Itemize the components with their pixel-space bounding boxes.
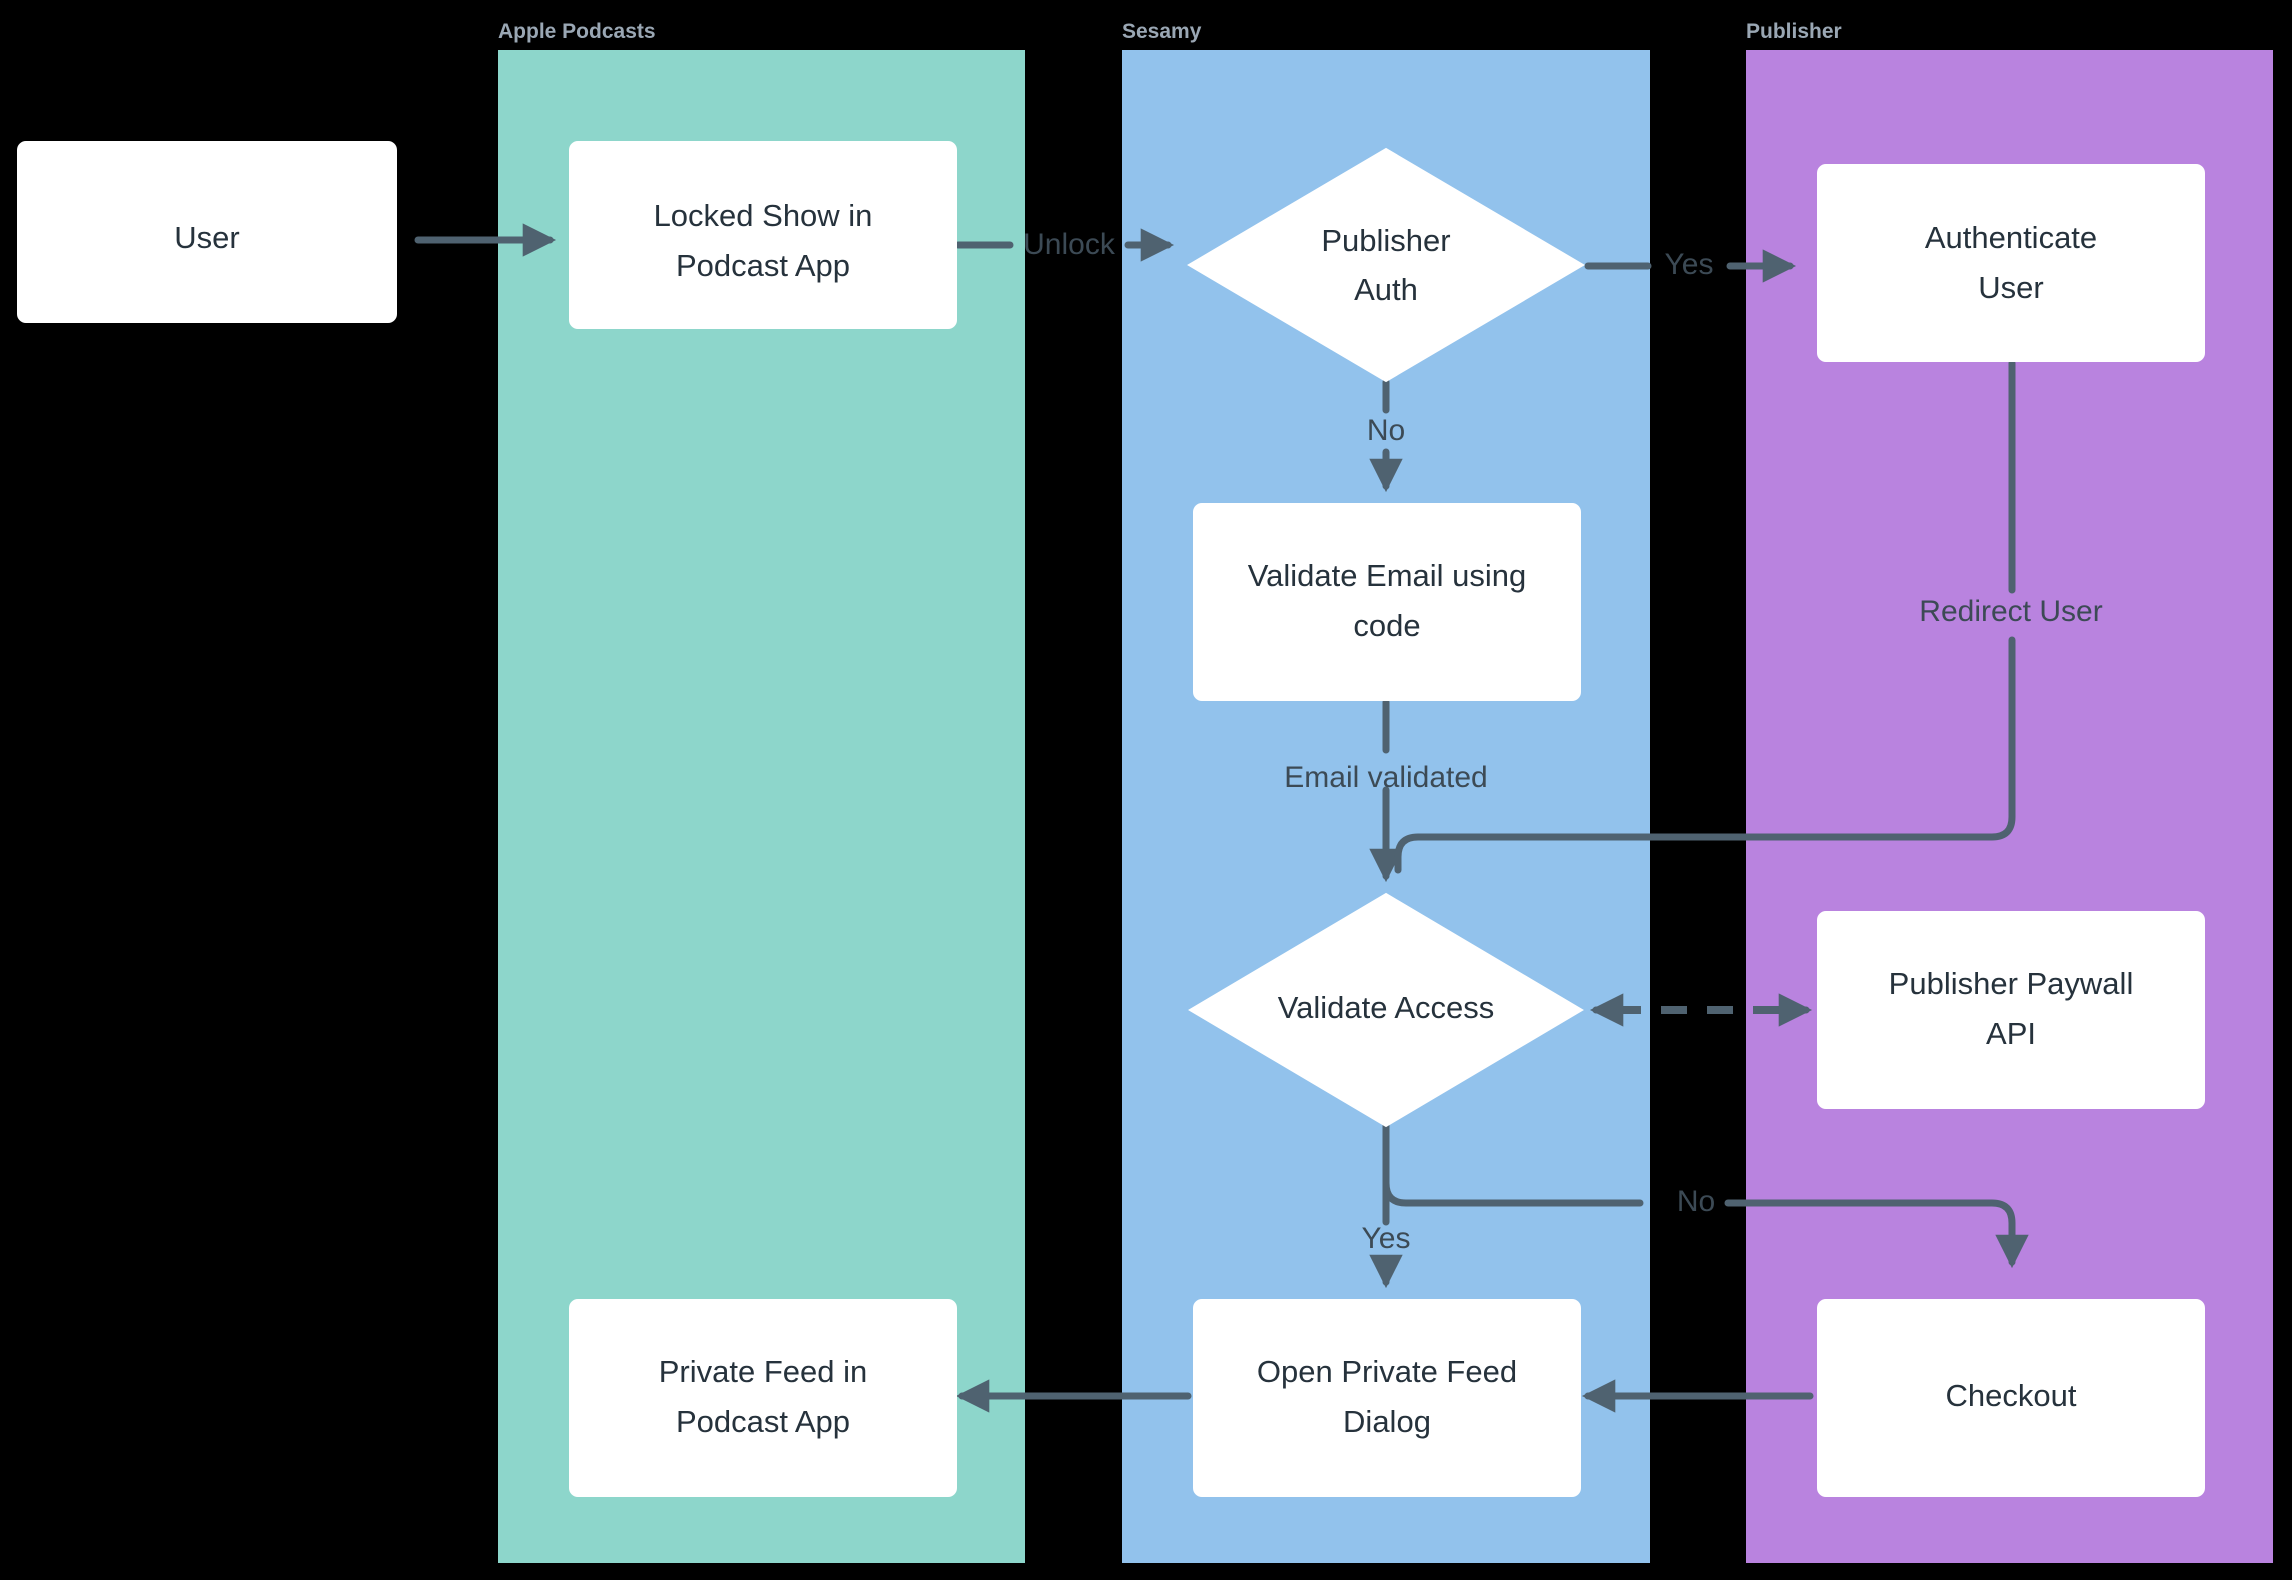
edge-label-access-no: No [1677,1185,1715,1218]
node-validate-access-label-line-1: Validate Access [1278,990,1495,1025]
node-authenticate-user-label-line-1: Authenticate [1925,220,2097,255]
edge-label-auth-no: No [1367,414,1405,447]
edge-label-unlock: Unlock [1023,228,1116,261]
node-checkout[interactable]: Checkout [1817,1299,2205,1497]
node-publisher-paywall-api-label-line-1: Publisher Paywall [1889,966,2134,1001]
node-open-private-feed-dialog-label-line-1: Open Private Feed [1257,1354,1517,1389]
lane-title-sesamy: Sesamy [1122,20,1202,43]
node-publisher-auth-label-line-1: Publisher [1321,223,1450,258]
node-open-private-feed-dialog-label-line-2: Dialog [1343,1404,1431,1439]
node-publisher-paywall-api[interactable]: Publisher Paywall API [1817,911,2205,1109]
node-locked-show[interactable]: Locked Show in Podcast App [569,141,957,329]
node-private-feed-label-line-2: Podcast App [676,1404,850,1439]
node-publisher-paywall-api-label-line-2: API [1986,1016,2036,1051]
node-validate-email[interactable]: Validate Email using code [1193,503,1581,701]
lane-title-publisher: Publisher [1746,20,1842,43]
node-open-private-feed-dialog[interactable]: Open Private Feed Dialog [1193,1299,1581,1497]
flowchart-canvas: Apple Podcasts Sesamy Publisher User Loc… [0,0,2292,1580]
node-private-feed-label-line-1: Private Feed in [659,1354,868,1389]
lane-title-apple-podcasts: Apple Podcasts [498,20,656,43]
node-validate-email-label-line-2: code [1353,608,1420,643]
edge-label-email-validated: Email validated [1284,761,1487,794]
node-validate-email-label-line-1: Validate Email using [1248,558,1527,593]
node-user[interactable]: User [17,141,397,323]
node-locked-show-label-line-1: Locked Show in [654,198,873,233]
node-publisher-auth-label-line-2: Auth [1354,272,1418,307]
node-private-feed[interactable]: Private Feed in Podcast App [569,1299,957,1497]
node-authenticate-user[interactable]: Authenticate User [1817,164,2205,362]
edge-label-auth-yes: Yes [1665,248,1714,281]
flowchart-svg: Apple Podcasts Sesamy Publisher User Loc… [17,20,2273,1563]
node-checkout-label-line-1: Checkout [1946,1378,2077,1413]
edge-label-redirect-user: Redirect User [1919,595,2102,628]
node-user-label-line-1: User [174,220,239,255]
node-locked-show-label-line-2: Podcast App [676,248,850,283]
node-authenticate-user-label-line-2: User [1978,270,2043,305]
edge-label-access-yes: Yes [1362,1222,1411,1255]
